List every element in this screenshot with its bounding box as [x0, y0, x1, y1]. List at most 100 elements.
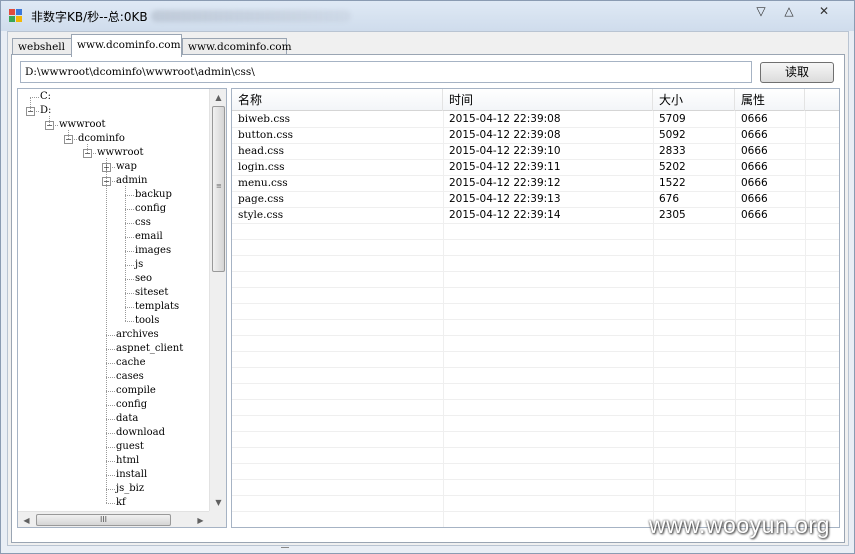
tree-connector: [106, 433, 115, 434]
file-name-cell: head.css: [238, 145, 284, 157]
client-area: webshell www.dcominfo.com www.dcominfo.c…: [7, 31, 849, 546]
tree-node[interactable]: compile: [116, 384, 156, 398]
file-attr-cell: 0666: [741, 145, 768, 157]
tree-node[interactable]: tools: [135, 314, 159, 328]
tree-node[interactable]: guest: [116, 440, 144, 454]
file-list-view[interactable]: 名称 时间 大小 属性 biweb.css 2015-04-12 22:39:08…: [231, 88, 840, 528]
scroll-down-arrow-icon[interactable]: ▼: [210, 494, 226, 511]
tree-node[interactable]: templats: [135, 300, 179, 314]
table-row[interactable]: head.css 2015-04-12 22:39:10 2833 0666: [232, 143, 839, 159]
tree-node[interactable]: aspnet_client: [116, 342, 183, 356]
table-row[interactable]: style.css 2015-04-12 22:39:14 2305 0666: [232, 207, 839, 223]
scroll-up-arrow-icon[interactable]: ▲: [210, 89, 226, 106]
tree-node[interactable]: wwwroot: [59, 118, 106, 132]
grid-line: [232, 303, 839, 304]
tree-connector: [106, 391, 115, 392]
tree-guide-line: [106, 158, 107, 503]
watermark-text: www.wooyun.org: [649, 512, 830, 538]
grid-line: [232, 287, 839, 288]
tree-node[interactable]: backup: [135, 188, 172, 202]
minimize-button[interactable]: ▽: [748, 3, 774, 21]
tree-node[interactable]: cache: [116, 356, 146, 370]
file-name-cell: login.css: [238, 161, 285, 173]
grid-line: [232, 351, 839, 352]
grid-line: [232, 239, 839, 240]
tab-site-active[interactable]: www.dcominfo.com: [71, 34, 182, 57]
tree-node[interactable]: wwwroot: [97, 146, 144, 160]
title-bar[interactable]: 非数字KB/秒--总:0KB ▽ △ ✕: [1, 1, 854, 31]
column-header-size[interactable]: 大小: [653, 89, 735, 111]
scrollbar-corner: [209, 511, 226, 527]
tree-node[interactable]: install: [116, 468, 147, 482]
tree-node[interactable]: config: [116, 398, 147, 412]
grid-line: [232, 399, 839, 400]
tree-vertical-scrollbar[interactable]: ▲ ≡ ▼: [209, 89, 226, 511]
tree-node[interactable]: js_biz: [116, 482, 144, 496]
tree-node[interactable]: js: [135, 258, 143, 272]
file-time-cell: 2015-04-12 22:39:10: [449, 145, 561, 157]
tree-node[interactable]: wap: [116, 160, 137, 174]
tree-connector: [106, 335, 115, 336]
horizontal-scroll-thumb[interactable]: III: [36, 514, 171, 526]
tree-guide-line: [68, 130, 69, 139]
file-attr-cell: 0666: [741, 129, 768, 141]
tree-node[interactable]: C:: [40, 90, 51, 104]
scroll-right-arrow-icon[interactable]: ▶: [192, 512, 209, 527]
close-button[interactable]: ✕: [811, 3, 837, 21]
file-name-cell: page.css: [238, 193, 284, 205]
maximize-button[interactable]: △: [776, 3, 802, 21]
tree-connector: [106, 349, 115, 350]
tree-connector: [125, 307, 134, 308]
tree-horizontal-scrollbar[interactable]: ◀ III ▶: [18, 511, 209, 527]
table-row[interactable]: biweb.css 2015-04-12 22:39:08 5709 0666: [232, 111, 839, 127]
file-time-cell: 2015-04-12 22:39:12: [449, 177, 561, 189]
tree-node[interactable]: email: [135, 230, 163, 244]
file-attr-cell: 0666: [741, 209, 768, 221]
blurred-title-region: [151, 10, 351, 22]
tree-connector: [125, 321, 134, 322]
column-header-time[interactable]: 时间: [443, 89, 653, 111]
file-size-cell: 2305: [659, 209, 686, 221]
tree-node[interactable]: kf: [116, 496, 126, 510]
tree-node[interactable]: seo: [135, 272, 152, 286]
tree-node[interactable]: siteset: [135, 286, 168, 300]
tree-connector: [125, 195, 134, 196]
tree-guide-line: [125, 186, 126, 321]
tree-node[interactable]: cases: [116, 370, 144, 384]
file-name-cell: style.css: [238, 209, 284, 221]
table-row[interactable]: login.css 2015-04-12 22:39:11 5202 0666: [232, 159, 839, 175]
tree-node[interactable]: archives: [116, 328, 159, 342]
status-marker: [281, 547, 289, 553]
tree-connector: [106, 447, 115, 448]
tree-node[interactable]: download: [116, 426, 165, 440]
grid-line: [232, 479, 839, 480]
tree-node[interactable]: data: [116, 412, 138, 426]
tree-node[interactable]: admin: [116, 174, 147, 188]
path-input[interactable]: [20, 61, 752, 83]
tab-panel: 读取 C:−D:−wwwroot−dcominfo−wwwroot+wap−ad…: [11, 54, 845, 543]
file-size-cell: 5092: [659, 129, 686, 141]
column-header-attr[interactable]: 属性: [735, 89, 805, 111]
tree-rows: C: − D: − wwwroot − dcominfo − wwwroot + wap − admin…: [18, 89, 208, 511]
grid-line: [232, 223, 839, 224]
tree-node[interactable]: css: [135, 216, 151, 230]
file-size-cell: 5202: [659, 161, 686, 173]
table-row[interactable]: page.css 2015-04-12 22:39:13 676 0666: [232, 191, 839, 207]
tree-node[interactable]: dcominfo: [78, 132, 125, 146]
tree-node[interactable]: config: [135, 202, 166, 216]
table-row[interactable]: menu.css 2015-04-12 22:39:12 1522 0666: [232, 175, 839, 191]
scroll-left-arrow-icon[interactable]: ◀: [18, 512, 35, 527]
directory-tree[interactable]: C: − D: − wwwroot − dcominfo − wwwroot + wap − admin…: [17, 88, 227, 528]
column-header-name[interactable]: 名称: [232, 89, 443, 111]
grid-line: [232, 431, 839, 432]
tree-guide-line: [49, 116, 50, 125]
read-button[interactable]: 读取: [760, 62, 834, 83]
tree-node[interactable]: html: [116, 454, 139, 468]
tree-connector: [106, 363, 115, 364]
app-icon: [9, 9, 23, 23]
tree-node[interactable]: images: [135, 244, 171, 258]
table-row[interactable]: button.css 2015-04-12 22:39:08 5092 0666: [232, 127, 839, 143]
vertical-scroll-thumb[interactable]: ≡: [212, 106, 225, 272]
tree-guide-line: [87, 144, 88, 153]
file-size-cell: 2833: [659, 145, 686, 157]
